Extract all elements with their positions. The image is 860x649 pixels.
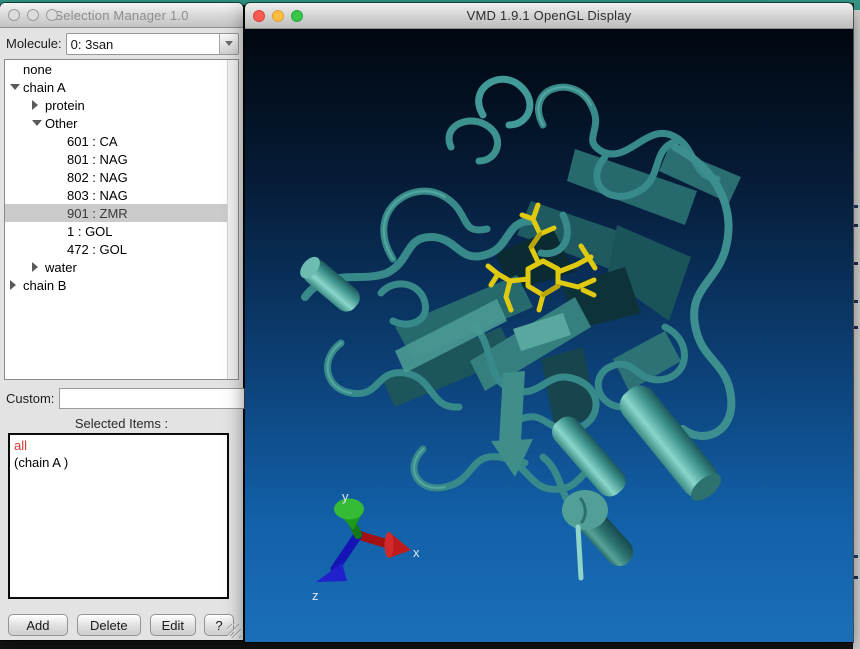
- tree-item-label: chain B: [23, 278, 66, 293]
- tree-item-label: 901 : ZMR: [67, 206, 128, 221]
- molecule-render: x y z: [245, 29, 853, 642]
- selected-items-label: Selected Items :: [0, 416, 243, 431]
- tree-item[interactable]: Other: [5, 114, 238, 132]
- tree-item[interactable]: 801 : NAG: [5, 150, 238, 168]
- selection-tree[interactable]: none chain A protein Other 601 : CA 801 : NAG…: [4, 59, 239, 380]
- background-window-sliver: [853, 10, 860, 649]
- zoom-button[interactable]: [46, 9, 58, 21]
- molecule-dropdown[interactable]: 0: 3san: [66, 33, 239, 55]
- tree-item[interactable]: 901 : ZMR: [5, 204, 238, 222]
- window-title: VMD 1.9.1 OpenGL Display: [245, 8, 853, 23]
- custom-input[interactable]: [59, 388, 245, 409]
- selection-manager-titlebar[interactable]: Selection Manager 1.0: [0, 3, 243, 28]
- custom-label: Custom:: [6, 391, 54, 406]
- tree-item[interactable]: 1 : GOL: [5, 222, 238, 240]
- tree-item[interactable]: chain A: [5, 78, 238, 96]
- minimize-button[interactable]: [272, 10, 284, 22]
- tree-item[interactable]: none: [5, 60, 238, 78]
- delete-button[interactable]: Delete: [77, 614, 141, 636]
- tree-down-arrow-icon[interactable]: [32, 120, 45, 126]
- tree-item[interactable]: protein: [5, 96, 238, 114]
- molecule-dropdown-button[interactable]: [219, 34, 238, 54]
- tree-item-label: 803 : NAG: [67, 188, 128, 203]
- close-button[interactable]: [8, 9, 20, 21]
- minimize-button[interactable]: [27, 9, 39, 21]
- tree-item[interactable]: 803 : NAG: [5, 186, 238, 204]
- tree-scrollbar[interactable]: [227, 60, 238, 379]
- action-buttons: AddDeleteEdit?: [0, 614, 243, 640]
- x-axis-label: x: [413, 545, 420, 560]
- tree-right-arrow-icon[interactable]: [32, 100, 45, 110]
- edit-button[interactable]: Edit: [150, 614, 196, 636]
- tree-item-label: protein: [45, 98, 85, 113]
- tree-down-arrow-icon[interactable]: [10, 84, 23, 90]
- chevron-down-icon: [225, 41, 233, 46]
- tree-item[interactable]: 472 : GOL: [5, 240, 238, 258]
- tree-item[interactable]: water: [5, 258, 238, 276]
- selected-item[interactable]: all: [14, 437, 223, 454]
- tree-item-label: Other: [45, 116, 78, 131]
- selected-items-list[interactable]: all(chain A ): [8, 433, 229, 599]
- y-axis-label: y: [342, 489, 349, 504]
- tree-item[interactable]: chain B: [5, 276, 238, 294]
- molecule-value: 0: 3san: [67, 34, 219, 54]
- resize-grip[interactable]: [227, 624, 241, 638]
- tree-item[interactable]: 802 : NAG: [5, 168, 238, 186]
- z-axis-label: z: [312, 588, 319, 603]
- selection-manager-window: Selection Manager 1.0 Molecule: 0: 3san …: [0, 3, 243, 640]
- tree-item-label: 472 : GOL: [67, 242, 127, 257]
- tree-item-label: water: [45, 260, 77, 275]
- tree-item[interactable]: 601 : CA: [5, 132, 238, 150]
- tree-item-label: 1 : GOL: [67, 224, 113, 239]
- selection-tree-rows: none chain A protein Other 601 : CA 801 : NAG…: [5, 60, 238, 294]
- molecule-label: Molecule:: [6, 36, 62, 51]
- tree-item-label: 601 : CA: [67, 134, 118, 149]
- vmd-titlebar[interactable]: VMD 1.9.1 OpenGL Display: [245, 3, 853, 29]
- zoom-button[interactable]: [291, 10, 303, 22]
- tree-item-label: none: [23, 62, 52, 77]
- selected-item[interactable]: (chain A ): [14, 454, 223, 471]
- desktop: Selection Manager 1.0 Molecule: 0: 3san …: [0, 0, 860, 649]
- tree-item-label: chain A: [23, 80, 66, 95]
- tree-item-label: 802 : NAG: [67, 170, 128, 185]
- close-button[interactable]: [253, 10, 265, 22]
- vmd-opengl-window: VMD 1.9.1 OpenGL Display: [245, 3, 853, 642]
- tree-item-label: 801 : NAG: [67, 152, 128, 167]
- tree-right-arrow-icon[interactable]: [10, 280, 23, 290]
- add-button[interactable]: Add: [8, 614, 68, 636]
- tree-right-arrow-icon[interactable]: [32, 262, 45, 272]
- opengl-viewport[interactable]: x y z: [245, 29, 853, 642]
